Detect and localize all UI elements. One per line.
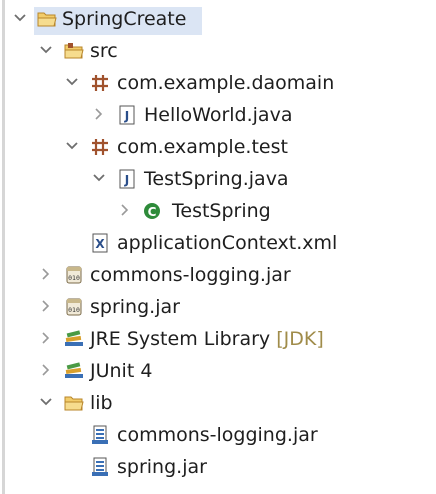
tree-item-lib[interactable]: lib <box>0 388 436 418</box>
tree-item-label: lib <box>90 392 113 414</box>
svg-text:X: X <box>95 237 105 251</box>
tree-item-label: TestSpring <box>172 200 271 222</box>
tree-item-label: commons-logging.jar <box>117 424 318 446</box>
tree-item-label: applicationContext.xml <box>117 232 338 254</box>
chevron-down-icon[interactable] <box>38 394 54 410</box>
chevron-right-icon[interactable] <box>117 202 133 218</box>
svg-text:J: J <box>124 109 129 123</box>
tree-item-testspring-class[interactable]: C TestSpring <box>0 196 436 226</box>
chevron-right-icon[interactable] <box>38 330 54 346</box>
tree-item-label: JUnit 4 <box>90 360 153 382</box>
jdk-decoration: [JDK] <box>276 328 324 350</box>
svg-text:C: C <box>148 205 157 219</box>
chevron-right-icon[interactable] <box>38 362 54 378</box>
chevron-down-icon[interactable] <box>91 170 107 186</box>
tree-item-junit4[interactable]: JUnit 4 <box>0 356 436 386</box>
tree-item-springcreate[interactable]: SpringCreate <box>0 4 436 35</box>
chevron-down-icon[interactable] <box>64 138 80 154</box>
tree-item-label: src <box>90 40 118 62</box>
tree-item-lib-commons-logging-jar[interactable]: commons-logging.jar <box>0 420 436 450</box>
package-icon <box>90 137 110 157</box>
project-folder-icon <box>37 9 57 29</box>
library-icon <box>64 329 84 349</box>
tree-item-label: com.example.test <box>117 136 288 158</box>
library-icon <box>64 361 84 381</box>
tree-item-label: spring.jar <box>90 296 180 318</box>
chevron-right-icon[interactable] <box>38 298 54 314</box>
chevron-right-icon[interactable] <box>38 266 54 282</box>
tree-item-helloworld-java[interactable]: J HelloWorld.java <box>0 100 436 130</box>
chevron-right-icon[interactable] <box>91 106 107 122</box>
jar-file-icon <box>90 457 110 477</box>
tree-item-jre-system-library[interactable]: JRE System Library [JDK] <box>0 324 436 354</box>
tree-item-src[interactable]: src <box>0 36 436 66</box>
package-icon <box>90 73 110 93</box>
source-folder-icon <box>64 41 84 61</box>
tree-item-label: HelloWorld.java <box>144 104 293 126</box>
jar-icon: 010 <box>64 265 84 285</box>
jar-icon: 010 <box>64 297 84 317</box>
folder-icon <box>64 393 84 413</box>
svg-text:J: J <box>124 173 129 187</box>
java-file-icon: J <box>117 105 137 125</box>
xml-file-icon: X <box>90 233 110 253</box>
java-file-icon: J <box>117 169 137 189</box>
svg-text:010: 010 <box>68 306 80 314</box>
tree-item-lib-spring-jar[interactable]: spring.jar <box>0 452 436 482</box>
jar-file-icon <box>90 425 110 445</box>
class-icon: C <box>142 201 162 221</box>
tree-item-label: JRE System Library [JDK] <box>90 326 324 352</box>
library-name: JRE System Library <box>90 328 271 350</box>
tree-item-label: com.example.daomain <box>117 72 335 94</box>
chevron-down-icon[interactable] <box>38 42 54 58</box>
tree-item-label: SpringCreate <box>62 8 187 30</box>
svg-text:010: 010 <box>68 274 80 282</box>
tree-item-applicationcontext-xml[interactable]: X applicationContext.xml <box>0 228 436 258</box>
tree-item-label: TestSpring.java <box>144 168 289 190</box>
tree-item-spring-jar[interactable]: 010 spring.jar <box>0 292 436 322</box>
tree-item-package-test[interactable]: com.example.test <box>0 132 436 162</box>
tree-item-label: spring.jar <box>117 456 207 478</box>
tree-item-label: commons-logging.jar <box>90 264 291 286</box>
tree-item-commons-logging-jar[interactable]: 010 commons-logging.jar <box>0 260 436 290</box>
package-explorer-tree: SpringCreate src com.example.daomain J H… <box>0 0 436 494</box>
chevron-down-icon[interactable] <box>64 74 80 90</box>
chevron-down-icon[interactable] <box>12 10 28 26</box>
tree-item-testspring-java[interactable]: J TestSpring.java <box>0 164 436 194</box>
tree-item-package-daomain[interactable]: com.example.daomain <box>0 68 436 98</box>
